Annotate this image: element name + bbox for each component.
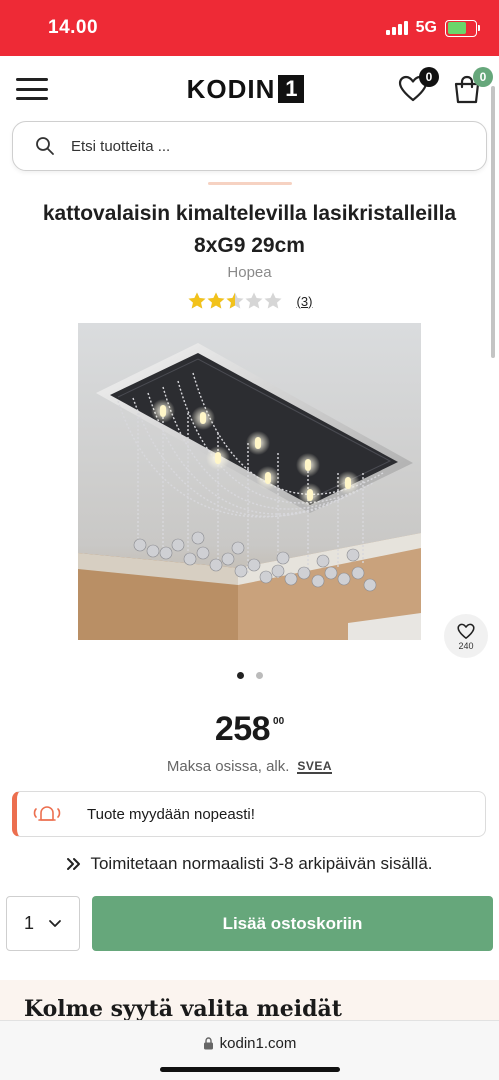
- carousel-dot[interactable]: [255, 672, 263, 679]
- site-header: KODIN 1 0 0: [0, 56, 499, 122]
- home-indicator[interactable]: [160, 1067, 340, 1072]
- add-to-cart-button[interactable]: Lisää ostoskoriin: [92, 896, 493, 951]
- rating-star: [226, 292, 244, 309]
- lock-icon: [203, 1037, 213, 1050]
- header-icons: 0 0: [397, 67, 493, 105]
- wishlist-button[interactable]: 0: [397, 67, 439, 105]
- price-cents: 00: [273, 716, 285, 727]
- status-indicators: 5G: [385, 19, 480, 37]
- selling-fast-notice: Tuote myydään nopeasti!: [12, 791, 486, 837]
- price-main: 258: [214, 710, 271, 748]
- product-wishlist-button[interactable]: 240: [444, 614, 488, 658]
- signal-icon: [385, 21, 408, 35]
- chandelier-photo: [78, 323, 421, 640]
- hidden-tab-indicator: [208, 182, 292, 185]
- notice-text: Tuote myydään nopeasti!: [87, 805, 255, 823]
- rating-stars: [188, 292, 282, 309]
- product-title: kattovalaisin kimaltelevilla lasikristal…: [42, 202, 457, 257]
- status-bar: 14.00 5G: [0, 0, 499, 56]
- product-rating[interactable]: (3): [0, 291, 499, 311]
- menu-icon[interactable]: [16, 78, 48, 100]
- logo-text: KODIN: [186, 73, 276, 104]
- delivery-text: Toimitetaan normaalisti 3-8 arkipäivän s…: [90, 854, 433, 873]
- alarm-bell-icon: [33, 806, 61, 821]
- product-variant: Hopea: [227, 264, 272, 281]
- browser-address-bar[interactable]: kodin1.com: [0, 1020, 499, 1080]
- heart-icon: [457, 623, 475, 639]
- search-input[interactable]: Etsi tuotteita ...: [12, 121, 487, 171]
- network-label: 5G: [415, 19, 437, 36]
- product-price: 258 00: [0, 710, 499, 749]
- cart-button[interactable]: 0: [451, 67, 493, 105]
- svea-logo: SVEA: [297, 758, 333, 774]
- site-logo[interactable]: KODIN 1: [187, 74, 305, 105]
- carousel-dot[interactable]: [236, 672, 244, 679]
- rating-star: [207, 292, 225, 309]
- rating-star: [245, 292, 263, 309]
- installment-text: Maksa osissa, alk.: [166, 758, 290, 775]
- image-carousel-dots: [0, 672, 499, 679]
- delivery-info: Toimitetaan normaalisti 3-8 arkipäivän s…: [0, 854, 499, 874]
- double-chevron-right-icon: [67, 858, 81, 870]
- chevron-down-icon: [49, 919, 61, 927]
- scrollbar[interactable]: [491, 86, 495, 358]
- installment-info[interactable]: Maksa osissa, alk. SVEA: [0, 758, 499, 775]
- search-placeholder: Etsi tuotteita ...: [71, 137, 171, 155]
- url-text: kodin1.com: [219, 1035, 297, 1052]
- quantity-value: 1: [23, 913, 34, 933]
- status-time: 14.00: [48, 17, 99, 38]
- wishlist-save-count: 240: [458, 640, 474, 651]
- quantity-select[interactable]: 1: [6, 896, 80, 951]
- review-count-link[interactable]: (3): [297, 294, 313, 309]
- rating-star: [264, 292, 282, 309]
- logo-number: 1: [278, 75, 305, 103]
- search-icon: [36, 137, 54, 155]
- product-image[interactable]: [78, 323, 421, 640]
- rating-star: [188, 292, 206, 309]
- reasons-title: Kolme syytä valita meidät: [24, 996, 342, 1022]
- cart-badge: 0: [473, 67, 493, 87]
- wishlist-badge: 0: [419, 67, 439, 87]
- battery-icon: [445, 19, 480, 37]
- url-display[interactable]: kodin1.com: [0, 1035, 499, 1052]
